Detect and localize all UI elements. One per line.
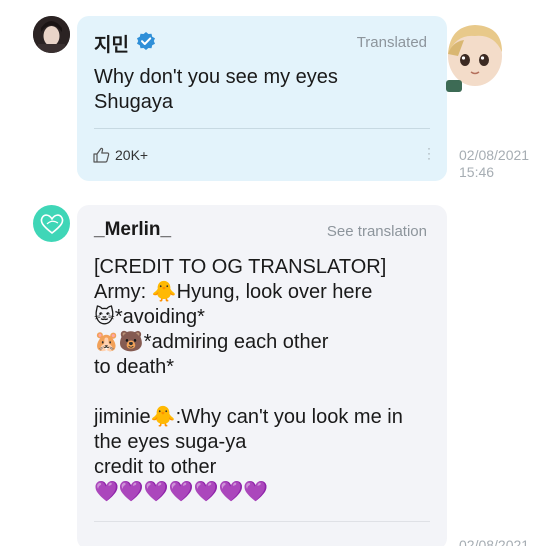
artist-sticker-icon <box>446 25 502 92</box>
message-timestamp: 02/08/2021 <box>459 537 529 546</box>
thumbs-up-icon <box>93 147 110 163</box>
artist-message-bubble: 지민 Translated Why don't you see my eyes … <box>77 16 447 181</box>
message-text: Why don't you see my eyes Shugaya <box>94 66 338 113</box>
message-date: 02/08/2021 <box>459 537 530 546</box>
divider <box>94 128 430 129</box>
divider <box>94 521 430 522</box>
artist-avatar[interactable] <box>33 16 70 53</box>
message-text: [CREDIT TO OG TRANSLATOR] Army: 🐥Hyung, … <box>94 256 403 503</box>
verified-badge-icon <box>137 32 155 50</box>
fan-message-bubble: _Merlin_ See translation [CREDIT TO OG T… <box>77 205 447 546</box>
author-name[interactable]: 지민 <box>94 30 129 57</box>
message-timestamp: 02/08/2021 15:46 <box>459 147 529 181</box>
message-time: 15:46 <box>459 164 495 180</box>
message-date: 02/08/2021 <box>459 147 530 163</box>
fan-avatar[interactable] <box>33 205 70 242</box>
see-translation-link[interactable]: See translation <box>327 223 427 240</box>
heart-logo-icon <box>40 213 63 234</box>
more-options-icon[interactable]: · · · <box>427 142 431 164</box>
artist-photo <box>33 16 70 53</box>
translated-label[interactable]: Translated <box>357 34 427 51</box>
author-name[interactable]: _Merlin_ <box>94 219 171 241</box>
like-count: 20K+ <box>115 147 149 163</box>
like-button[interactable]: 20K+ <box>93 147 148 163</box>
